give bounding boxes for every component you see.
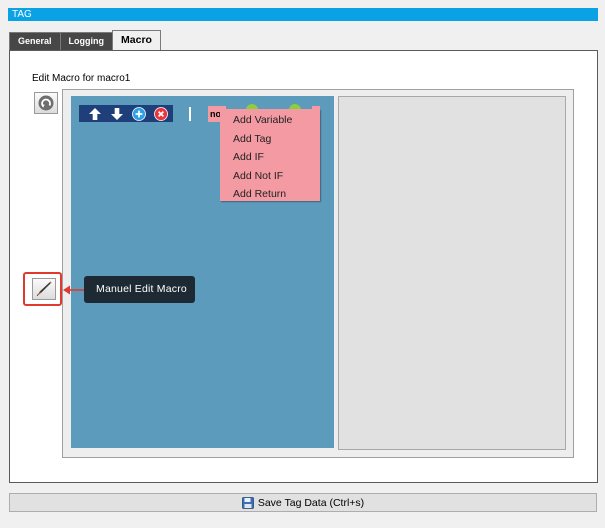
arrow-down-icon[interactable] — [110, 107, 124, 121]
manual-edit-macro-button[interactable] — [32, 278, 56, 300]
tab-logging[interactable]: Logging — [59, 32, 114, 50]
menu-item-add-variable[interactable]: Add Variable — [220, 111, 320, 130]
window-title: TAG — [12, 9, 32, 20]
pen-icon — [36, 281, 52, 297]
undo-button[interactable] — [34, 92, 58, 114]
tab-macro[interactable]: Macro — [112, 30, 161, 50]
tab-strip: General Logging Macro — [9, 30, 161, 50]
add-node-context-menu: Add Variable Add Tag Add IF Add Not IF A… — [220, 109, 320, 201]
tab-general[interactable]: General — [9, 32, 61, 50]
save-button-label: Save Tag Data (Ctrl+s) — [257, 496, 365, 509]
menu-item-add-tag[interactable]: Add Tag — [220, 130, 320, 149]
callout-arrow — [63, 285, 85, 295]
manual-edit-tooltip: Manuel Edit Macro — [84, 276, 195, 303]
save-tag-data-button[interactable]: Save Tag Data (Ctrl+s) — [9, 493, 597, 512]
window-title-bar: TAG — [8, 8, 598, 21]
edit-macro-heading: Edit Macro for macro1 — [32, 73, 131, 84]
toolbar-separator — [189, 107, 191, 121]
menu-item-add-if[interactable]: Add IF — [220, 148, 320, 167]
macro-properties-panel — [338, 96, 566, 450]
arrow-up-icon[interactable] — [88, 107, 102, 121]
floppy-disk-icon — [241, 496, 254, 509]
undo-icon — [38, 95, 54, 111]
menu-item-add-not-if[interactable]: Add Not IF — [220, 167, 320, 186]
close-circle-icon[interactable] — [154, 106, 168, 121]
menu-item-add-return[interactable]: Add Return — [220, 185, 320, 204]
macro-node-toolbar — [79, 105, 173, 122]
plus-circle-icon[interactable] — [132, 106, 146, 121]
